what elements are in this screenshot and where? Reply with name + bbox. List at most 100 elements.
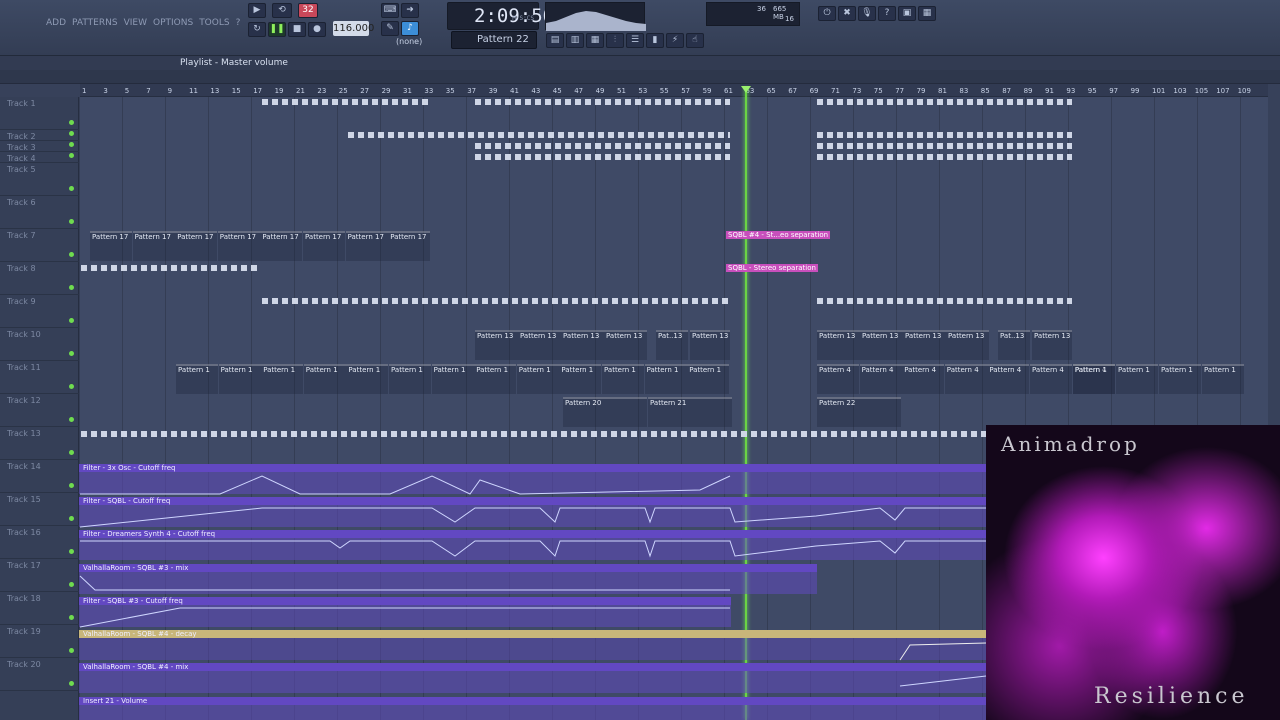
pattern-clip[interactable]: Pattern 1 [431, 364, 474, 394]
pattern-clip[interactable]: Pattern 17 [345, 231, 388, 261]
timeline-ruler[interactable]: 1 3 5 7 9 11 13 15 17 19 21 23 25 27 29 31 33 35 37 39 41 43 4… [80, 84, 1268, 97]
pattern-clip[interactable]: Pattern 17 [132, 231, 175, 261]
pattern-clip[interactable]: Pattern 1 [303, 364, 346, 394]
mic-icon[interactable]: 🎙 [858, 6, 876, 21]
pattern-clip[interactable]: Pat..13 [656, 330, 688, 360]
mute-led[interactable] [69, 131, 74, 136]
power-icon[interactable]: ⏻ [818, 6, 836, 21]
clip-blocks[interactable] [817, 298, 1072, 304]
piano-roll-icon[interactable]: ▥ [566, 33, 584, 48]
track-header[interactable]: Track 13 [0, 427, 79, 460]
pattern-clip[interactable]: Pattern 1 [474, 364, 517, 394]
automation-clip-label[interactable]: SQBL - Stereo separation [726, 264, 818, 272]
pattern-clip[interactable]: Pattern 4 [859, 364, 902, 394]
pause-button[interactable]: ❚❚ [268, 22, 286, 37]
track-header[interactable]: Track 11 [0, 361, 79, 394]
menu-help[interactable]: ? [236, 18, 241, 28]
pattern-clip[interactable]: Pattern 17 [388, 231, 431, 261]
automation-lane[interactable] [79, 464, 986, 494]
pattern-clip[interactable]: Pattern 1 [389, 364, 431, 394]
pattern-clip[interactable]: Pattern 1 [1202, 364, 1244, 394]
pattern-clip[interactable]: Pattern 17 [260, 231, 303, 261]
automation-lane[interactable] [79, 497, 986, 527]
menu-tools[interactable]: TOOLS [199, 18, 229, 28]
playhead-marker[interactable] [741, 86, 751, 93]
clip-blocks[interactable] [817, 132, 1072, 138]
clip-blocks[interactable] [348, 132, 730, 138]
mute-led[interactable] [69, 483, 74, 488]
track-header[interactable]: Track 20 [0, 658, 79, 691]
pattern-clip[interactable]: Pattern 21 [648, 397, 732, 427]
mute-led[interactable] [69, 582, 74, 587]
clip-blocks[interactable] [81, 265, 259, 271]
touch-icon[interactable]: ☝ [686, 33, 704, 48]
pattern-clip[interactable]: Pattern 4 [944, 364, 987, 394]
pattern-clip[interactable]: Pattern 1 [559, 364, 602, 394]
pencil-icon[interactable]: ✎ [381, 21, 399, 36]
mute-led[interactable] [69, 516, 74, 521]
mute-led[interactable] [69, 318, 74, 323]
pattern-clip[interactable]: Pattern 13 [604, 330, 647, 360]
pattern-clip[interactable]: Pattern 1 [1116, 364, 1158, 394]
plug-icon[interactable]: ⚡ [666, 33, 684, 48]
menu-patterns[interactable]: PATTERNS [72, 18, 118, 28]
pattern-clip[interactable]: Pattern 1 [261, 364, 304, 394]
clip-blocks[interactable] [475, 99, 730, 105]
pattern-clip[interactable]: Pattern 13 [518, 330, 561, 360]
song-mode-button[interactable]: 32 [298, 3, 318, 18]
playlist-view-icon[interactable]: ▤ [546, 33, 564, 48]
pattern-mode-button[interactable]: ▶ [248, 3, 266, 18]
pattern-selector[interactable]: Pattern 22 [451, 31, 537, 49]
pattern-clip[interactable]: Pattern 22 [817, 397, 901, 427]
mute-led[interactable] [69, 648, 74, 653]
menu-add[interactable]: ADD [46, 18, 66, 28]
pattern-clip[interactable]: Pattern 1 [516, 364, 559, 394]
automation-clip-label[interactable]: SQBL #4 - St...eo separation [726, 231, 831, 239]
automation-lane[interactable] [79, 697, 986, 720]
plugin-icon[interactable]: ▮ [646, 33, 664, 48]
browser-icon[interactable]: ☰ [626, 33, 644, 48]
pattern-clip[interactable]: Pattern 13 [475, 330, 518, 360]
track-header[interactable]: Track 9 [0, 295, 79, 328]
pattern-clip[interactable]: Pattern 17 [90, 231, 132, 261]
mixer-view-icon[interactable]: ⫶ [606, 33, 624, 48]
clip-blocks[interactable] [817, 99, 1072, 105]
pattern-clip[interactable]: Pattern 20 [563, 397, 647, 427]
typing-keyboard-icon[interactable]: ⌨ [381, 3, 399, 18]
pattern-clip[interactable]: Pattern 4 [817, 364, 859, 394]
clip-blocks[interactable] [475, 154, 730, 160]
pattern-clip[interactable]: Pattern 17 [175, 231, 218, 261]
pattern-clip[interactable]: Pattern 1 [176, 364, 218, 394]
track-header[interactable]: Track 7 [0, 229, 79, 262]
channel-rack-icon[interactable]: ▦ [586, 33, 604, 48]
pattern-clip[interactable]: Pat..13 [998, 330, 1030, 360]
track-header[interactable]: Track 14 [0, 460, 79, 493]
track-header[interactable]: Track 4 [0, 152, 79, 163]
pattern-clip[interactable]: Pattern 13 [690, 330, 730, 360]
pattern-clip[interactable]: Pattern 17 [217, 231, 260, 261]
pattern-clip[interactable]: Pattern 1 [1159, 364, 1201, 394]
clip-blocks[interactable] [81, 431, 986, 437]
pattern-clip[interactable]: Pattern 4 [902, 364, 945, 394]
tools-icon[interactable]: ✖ [838, 6, 856, 21]
snap-selector[interactable]: (none) [396, 37, 422, 46]
pattern-clip[interactable]: Pattern 1 [1073, 364, 1115, 394]
pattern-clip[interactable]: Pattern 1 [346, 364, 389, 394]
pattern-clip[interactable]: Pattern 13 [903, 330, 946, 360]
menu-options[interactable]: OPTIONS [153, 18, 193, 28]
mute-led[interactable] [69, 615, 74, 620]
track-header[interactable]: Track 18 [0, 592, 79, 625]
pattern-clip[interactable]: Pattern 4 [1030, 364, 1072, 394]
mute-led[interactable] [69, 252, 74, 257]
pattern-clip[interactable]: Pattern 13 [946, 330, 989, 360]
metronome-icon[interactable]: ♪ [401, 21, 419, 36]
track-header[interactable]: Track 12 [0, 394, 79, 427]
mute-led[interactable] [69, 351, 74, 356]
stop-button[interactable]: ■ [288, 22, 306, 37]
time-display[interactable]: 2:09:56 M:S:CS [447, 2, 554, 30]
pattern-clip[interactable]: Pattern 4 [987, 364, 1030, 394]
track-header[interactable]: Track 15 [0, 493, 79, 526]
clip-blocks[interactable] [817, 143, 1072, 149]
mute-led[interactable] [69, 142, 74, 147]
loop-icon[interactable]: ⟲ [272, 3, 292, 18]
